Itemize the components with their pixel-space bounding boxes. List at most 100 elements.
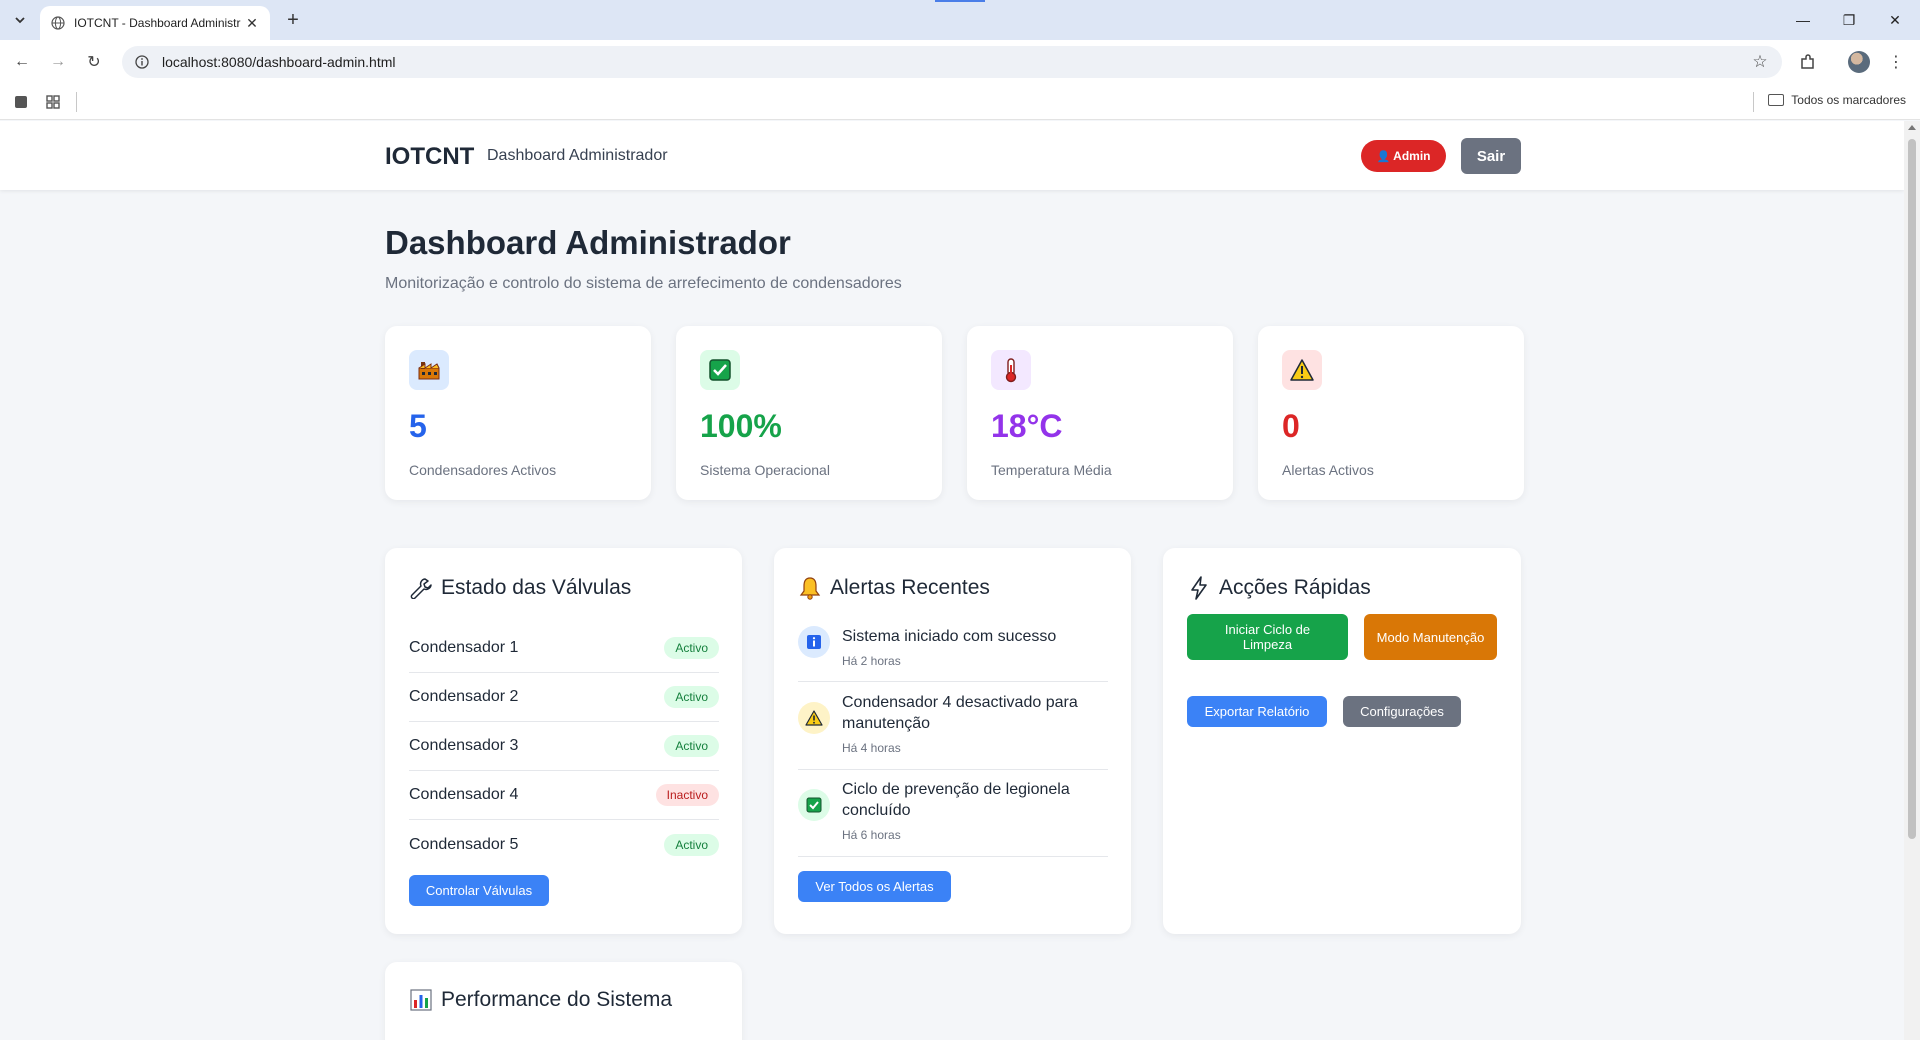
- stat-label: Alertas Activos: [1282, 462, 1374, 478]
- performance-panel-title: Performance do Sistema: [409, 988, 672, 1012]
- warning-icon: [1282, 350, 1322, 390]
- globe-icon: [50, 15, 66, 31]
- browser-tab[interactable]: IOTCNT - Dashboard Administr ✕: [40, 6, 270, 40]
- control-valves-button[interactable]: Controlar Válvulas: [409, 875, 549, 906]
- minimize-button[interactable]: —: [1780, 0, 1826, 40]
- brand-logo[interactable]: IOTCNT: [385, 143, 474, 171]
- actions-title-text: Acções Rápidas: [1219, 576, 1371, 599]
- folder-icon: [1768, 94, 1785, 106]
- check-icon: [700, 350, 740, 390]
- alert-item[interactable]: Sistema iniciado com sucesso Há 2 horas: [798, 626, 1108, 682]
- user-icon: 👤: [1376, 150, 1391, 163]
- alerts-panel: Alertas Recentes Sistema iniciado com su…: [774, 548, 1131, 934]
- bookmark-star-icon[interactable]: ☆: [1750, 52, 1770, 72]
- url-text: localhost:8080/dashboard-admin.html: [162, 54, 396, 70]
- stat-value: 5: [409, 408, 427, 444]
- app-header: IOTCNT Dashboard Administrador 👤 Admin S…: [0, 121, 1904, 190]
- view-all-alerts-button[interactable]: Ver Todos os Alertas: [798, 871, 951, 902]
- page-subtitle: Monitorização e controlo do sistema de a…: [385, 275, 902, 292]
- wrench-icon: [409, 576, 433, 600]
- status-badge: Inactivo: [655, 784, 719, 806]
- valve-name: Condensador 1: [409, 639, 519, 656]
- stat-value: 0: [1282, 408, 1300, 444]
- bookmark-divider: [76, 92, 77, 112]
- export-report-button[interactable]: Exportar Relatório: [1187, 696, 1327, 727]
- bell-icon: [798, 576, 822, 600]
- info-icon: [798, 626, 830, 658]
- page-title: Dashboard Administrador: [385, 224, 791, 261]
- apps-square-icon[interactable]: [12, 93, 30, 111]
- valve-row[interactable]: Condensador 2 Activo: [409, 673, 719, 722]
- tab-title: IOTCNT - Dashboard Administr: [74, 16, 241, 30]
- stat-label: Condensadores Activos: [409, 462, 557, 478]
- admin-badge: 👤 Admin: [1361, 140, 1446, 172]
- profile-avatar[interactable]: [1848, 51, 1870, 73]
- performance-panel: Performance do Sistema: [385, 962, 742, 1040]
- info-icon[interactable]: [134, 54, 150, 70]
- settings-button[interactable]: Configurações: [1343, 696, 1461, 727]
- alert-text: Sistema iniciado com sucesso: [842, 628, 1057, 645]
- all-bookmarks-label: Todos os marcadores: [1791, 93, 1906, 107]
- restore-button[interactable]: ❐: [1826, 0, 1872, 40]
- thermometer-icon: [991, 350, 1031, 390]
- status-badge: Activo: [664, 735, 719, 757]
- valve-row[interactable]: Condensador 1 Activo: [409, 624, 719, 673]
- logout-button[interactable]: Sair: [1461, 138, 1521, 174]
- forward-button[interactable]: →: [44, 48, 72, 76]
- lightning-icon: [1187, 576, 1211, 600]
- all-bookmarks-folder[interactable]: Todos os marcadores: [1768, 93, 1906, 107]
- stat-value: 100%: [700, 408, 782, 444]
- extensions-icon[interactable]: [1796, 50, 1820, 74]
- scrollbar-thumb[interactable]: [1908, 139, 1916, 839]
- valve-row[interactable]: Condensador 4 Inactivo: [409, 771, 719, 820]
- stat-card-temperature: 18°C Temperatura Média: [967, 326, 1233, 500]
- check-icon: [798, 789, 830, 821]
- stat-card-system: 100% Sistema Operacional: [676, 326, 942, 500]
- page-scrollbar[interactable]: [1904, 121, 1920, 1040]
- valve-row[interactable]: Condensador 3 Activo: [409, 722, 719, 771]
- new-tab-button[interactable]: +: [282, 9, 304, 31]
- address-bar[interactable]: localhost:8080/dashboard-admin.html ☆: [122, 46, 1782, 78]
- header-subtitle: Dashboard Administrador: [487, 147, 668, 164]
- tab-search-button[interactable]: [8, 8, 32, 32]
- reload-button[interactable]: ↻: [80, 48, 108, 76]
- factory-icon: [409, 350, 449, 390]
- chevron-down-icon: [15, 17, 25, 24]
- alert-time: Há 6 horas: [842, 828, 901, 842]
- valves-panel-title: Estado das Válvulas: [409, 576, 631, 600]
- bookmark-divider: [1753, 92, 1754, 112]
- stat-label: Temperatura Média: [991, 462, 1112, 478]
- page-viewport: IOTCNT Dashboard Administrador 👤 Admin S…: [0, 121, 1920, 1040]
- stat-label: Sistema Operacional: [700, 462, 830, 478]
- admin-badge-label: Admin: [1393, 149, 1431, 163]
- valve-name: Condensador 2: [409, 688, 519, 705]
- stat-card-alerts: 0 Alertas Activos: [1258, 326, 1524, 500]
- alert-text: Condensador 4 desactivado para manutençã…: [842, 694, 1078, 732]
- alert-time: Há 4 horas: [842, 741, 901, 755]
- close-icon[interactable]: ✕: [244, 15, 260, 31]
- back-button[interactable]: ←: [8, 48, 36, 76]
- menu-icon[interactable]: ⋮: [1884, 50, 1908, 74]
- tab-indicator: [935, 0, 985, 2]
- valves-title-text: Estado das Válvulas: [441, 576, 632, 599]
- maintenance-mode-button[interactable]: Modo Manutenção: [1364, 614, 1497, 660]
- valves-panel: Estado das Válvulas Condensador 1 Activo…: [385, 548, 742, 934]
- performance-title-text: Performance do Sistema: [441, 988, 673, 1011]
- stat-card-condensers: 5 Condensadores Activos: [385, 326, 651, 500]
- start-cleaning-cycle-button[interactable]: Iniciar Ciclo de Limpeza: [1187, 614, 1348, 660]
- scroll-up-arrow-icon[interactable]: [1908, 125, 1916, 130]
- valve-name: Condensador 4: [409, 786, 519, 803]
- alert-time: Há 2 horas: [842, 654, 901, 668]
- actions-panel-title: Acções Rápidas: [1187, 576, 1371, 600]
- window-close-button[interactable]: ✕: [1872, 0, 1918, 40]
- valve-row[interactable]: Condensador 5 Activo: [409, 820, 719, 869]
- alert-item[interactable]: Condensador 4 desactivado para manutençã…: [798, 692, 1108, 770]
- bookmarks-bar: Todos os marcadores: [0, 84, 1920, 120]
- valve-name: Condensador 3: [409, 737, 519, 754]
- alert-text: Ciclo de prevenção de legionela concluíd…: [842, 781, 1070, 819]
- warning-icon: [798, 702, 830, 734]
- browser-tab-bar: IOTCNT - Dashboard Administr ✕ + — ❐ ✕: [0, 0, 1920, 40]
- status-badge: Activo: [664, 637, 719, 659]
- alert-item[interactable]: Ciclo de prevenção de legionela concluíd…: [798, 779, 1108, 857]
- apps-grid-icon[interactable]: [44, 93, 62, 111]
